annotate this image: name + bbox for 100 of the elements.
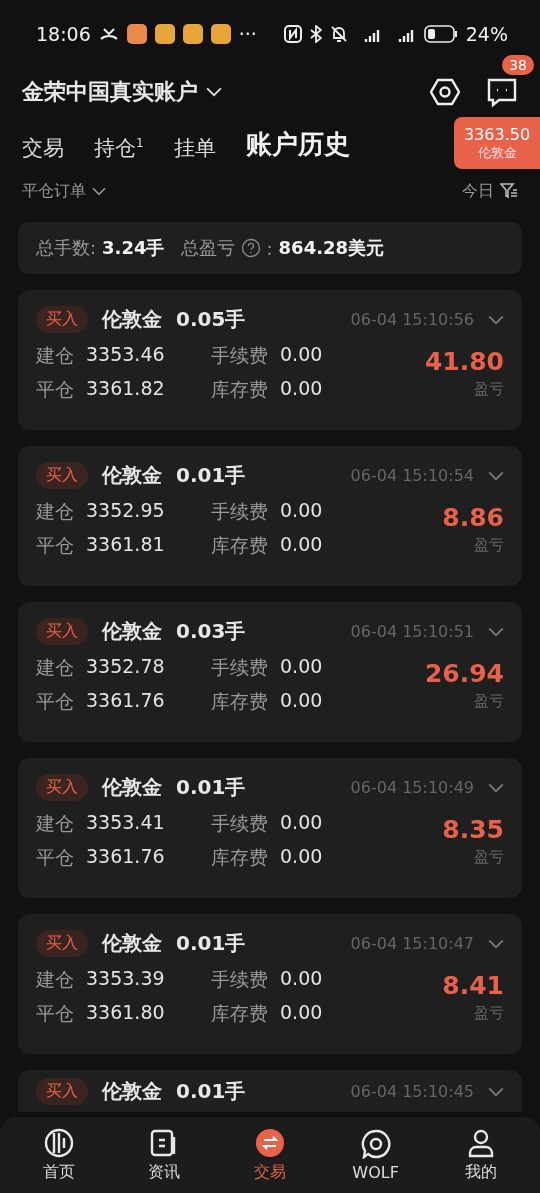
order-time: 06-04 15:10:54 (350, 466, 474, 485)
order-type-dropdown[interactable]: 平仓订单 (22, 180, 106, 202)
nfc-icon (283, 25, 302, 43)
field-label: 平仓 (36, 845, 74, 870)
field-label: 手续费 (211, 499, 268, 524)
message-button[interactable] (486, 76, 518, 108)
expand-icon (488, 470, 504, 481)
order-lots: 0.03手 (176, 618, 246, 645)
field-label: 平仓 (36, 377, 74, 402)
profit-label: 盈亏 (474, 1004, 504, 1023)
chat-bubble-icon (360, 1128, 391, 1159)
expand-icon (488, 626, 504, 637)
expand-icon (488, 314, 504, 325)
field-label: 手续费 (211, 967, 268, 992)
order-card[interactable]: 买入 伦敦金 0.03手 06-04 15:10:51 建仓 3352.78 手续费 0.00 平仓 3361.76 库存费 0.00 26.94 盈亏 (18, 602, 522, 742)
side-tag: 买入 (36, 1078, 88, 1105)
profit-value: 8.86 (442, 503, 504, 532)
expand-icon (488, 782, 504, 793)
profit-label: 盈亏 (474, 380, 504, 399)
app-icon (154, 24, 175, 44)
tab[interactable]: 持仓$^{1}$ (94, 134, 144, 168)
swap-icon (255, 1127, 285, 1158)
battery-percent: 24% (465, 23, 508, 45)
side-tag: 买入 (36, 462, 88, 489)
field-value: 0.00 (280, 845, 323, 869)
field-label: 库存费 (211, 1001, 268, 1026)
field-value: 3361.76 (86, 689, 165, 713)
side-tag: 买入 (36, 306, 88, 333)
field-label: 建仓 (36, 967, 74, 992)
help-icon[interactable] (240, 238, 261, 258)
app-icon (126, 24, 147, 44)
nav-item[interactable]: 交易 (225, 1117, 315, 1193)
battery-icon (423, 25, 458, 43)
field-label: 建仓 (36, 811, 74, 836)
order-symbol: 伦敦金 (102, 462, 162, 489)
field-label: 手续费 (211, 811, 268, 836)
side-tag: 买入 (36, 618, 88, 645)
bell-muted-icon (329, 25, 348, 43)
order-symbol: 伦敦金 (102, 618, 162, 645)
profit-value: 8.41 (442, 971, 504, 1000)
order-time: 06-04 15:10:45 (350, 1082, 474, 1101)
account-title[interactable]: 金荣中国真实账户 (22, 77, 198, 107)
field-value: 3353.39 (86, 967, 165, 991)
field-value: 3361.81 (86, 533, 165, 557)
field-value: 3353.46 (86, 343, 165, 367)
nav-item[interactable]: 我的 (436, 1117, 527, 1193)
expand-icon (488, 1086, 504, 1097)
profit-label: 盈亏 (474, 536, 504, 555)
order-symbol: 伦敦金 (102, 930, 162, 957)
status-time: 18:06 (36, 23, 91, 45)
order-symbol: 伦敦金 (102, 306, 162, 333)
bluetooth-icon (309, 25, 322, 43)
settings-button[interactable] (430, 77, 460, 107)
field-label: 库存费 (211, 377, 268, 402)
profit-label: 盈亏 (474, 848, 504, 867)
order-lots: 0.05手 (176, 306, 246, 333)
field-value: 3361.80 (86, 1001, 165, 1025)
field-value: 0.00 (280, 377, 323, 401)
more-notifications: ··· (238, 23, 257, 45)
field-value: 3361.82 (86, 377, 165, 401)
order-card[interactable]: 买入 伦敦金 0.01手 06-04 15:10:47 建仓 3353.39 手续费 0.00 平仓 3361.80 库存费 0.00 8.41 盈亏 (18, 914, 522, 1054)
field-label: 手续费 (211, 655, 268, 680)
field-value: 0.00 (280, 811, 323, 835)
summary-value: 3.24手 (102, 236, 165, 260)
field-value: 0.00 (280, 655, 323, 679)
nav-item[interactable]: WOLF (330, 1117, 421, 1193)
order-card[interactable]: 买入 伦敦金 0.01手 06-04 15:10:54 建仓 3352.95 手续费 0.00 平仓 3361.81 库存费 0.00 8.86 盈亏 (18, 446, 522, 586)
tab[interactable]: 挂单 (173, 134, 216, 168)
field-label: 库存费 (211, 533, 268, 558)
tab[interactable]: 交易 (22, 134, 64, 168)
tab[interactable]: 账户历史 (245, 127, 350, 168)
order-lots: 0.01手 (176, 1078, 246, 1105)
nav-item[interactable]: 首页 (13, 1117, 104, 1193)
side-tag: 买入 (36, 930, 88, 957)
field-label: 平仓 (36, 689, 74, 714)
side-tag: 买入 (36, 774, 88, 801)
order-time: 06-04 15:10:56 (350, 310, 474, 329)
order-time: 06-04 15:10:49 (350, 778, 474, 797)
field-value: 3353.41 (86, 811, 165, 835)
order-card[interactable]: 买入 伦敦金 0.01手 06-04 15:10:49 建仓 3353.41 手续费 0.00 平仓 3361.76 库存费 0.00 8.35 盈亏 (18, 758, 522, 898)
date-filter[interactable]: 今日 (462, 180, 518, 202)
field-label: 平仓 (36, 1001, 74, 1026)
chevron-down-icon (206, 87, 222, 97)
field-label: 库存费 (211, 845, 268, 870)
order-card[interactable]: 买入 伦敦金 0.01手 06-04 15:10:45 (18, 1070, 522, 1112)
field-label: 库存费 (211, 689, 268, 714)
order-lots: 0.01手 (176, 462, 246, 489)
profit-label: 盈亏 (474, 692, 504, 711)
field-value: 0.00 (280, 689, 323, 713)
order-card[interactable]: 买入 伦敦金 0.05手 06-04 15:10:56 建仓 3353.46 手续费 0.00 平仓 3361.82 库存费 0.00 41.80 盈亏 (18, 290, 522, 430)
app-icon (210, 24, 231, 44)
field-value: 0.00 (280, 499, 323, 523)
field-value: 3352.78 (86, 655, 165, 679)
summary-label: 总手数: (36, 236, 97, 260)
summary-colon: : (266, 237, 273, 259)
nav-item[interactable]: 资讯 (119, 1117, 210, 1193)
field-value: 3352.95 (86, 499, 165, 523)
profit-value: 41.80 (424, 347, 504, 376)
price-symbol: 伦敦金 (477, 143, 517, 162)
settings-icon (430, 77, 460, 107)
